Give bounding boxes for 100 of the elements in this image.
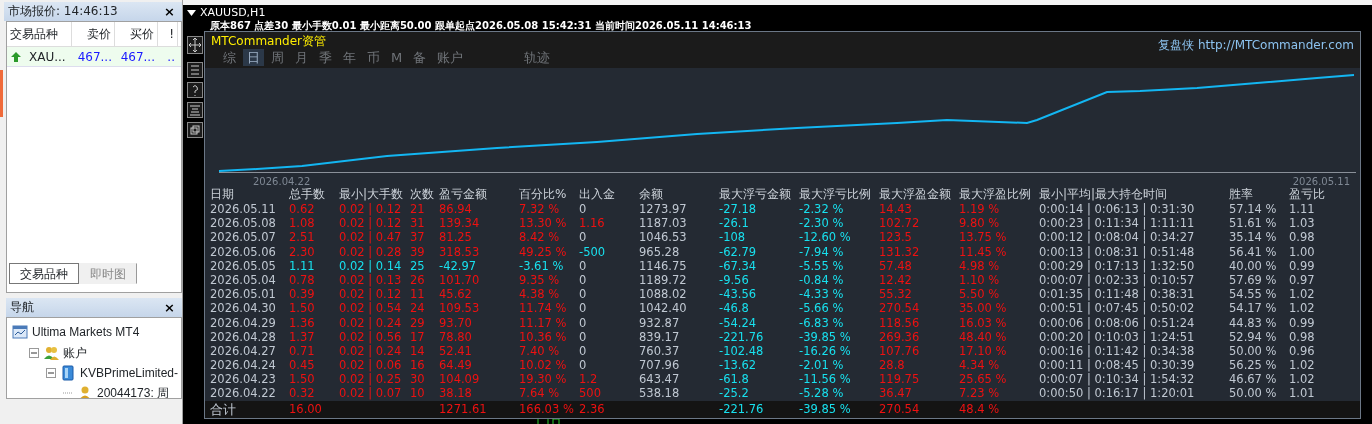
table-cell-text: 10 <box>410 386 426 401</box>
table-cell-text: 2026.05.04 <box>210 272 277 288</box>
table-cell-text: 0.98 <box>1289 230 1316 245</box>
table-cell-text: 1271.61 <box>439 400 488 418</box>
table-cell-text: 0:00:14 | 0:06:13 | 0:31:30 <box>1039 202 1196 217</box>
tree-item[interactable]: 账户 <box>63 344 87 362</box>
panel-tab[interactable]: 日 <box>243 49 264 66</box>
panel-tab[interactable]: 月 <box>291 49 312 66</box>
close-button[interactable]: × <box>161 2 178 21</box>
table-cell-text: 11.45 % <box>959 244 1008 259</box>
terminal-icon <box>12 324 28 340</box>
table-cell-text: 1.02 <box>1289 372 1316 387</box>
list-icon[interactable] <box>187 62 203 78</box>
panel-tab[interactable]: 备 <box>409 49 431 66</box>
table-cell-text: 1.50 <box>289 301 316 316</box>
table-cell-text: 102.72 <box>879 216 921 231</box>
table-cell-text: 57.48 <box>879 258 913 273</box>
column-header: 次数 <box>410 186 435 202</box>
collapse-icon[interactable] <box>46 368 56 378</box>
table-cell-text: 24 <box>410 301 426 316</box>
table-cell-text: 1273.97 <box>639 202 688 217</box>
table-cell-text: 2026.04.22 <box>210 386 277 401</box>
table-cell-text: -67.34 <box>719 258 758 273</box>
server-icon <box>60 365 76 381</box>
tree-item[interactable]: 20044173: 周 <box>97 384 170 398</box>
table-cell-text: 0 <box>579 230 588 245</box>
dropdown-icon[interactable] <box>187 9 196 16</box>
table-cell-text: -25.2 <box>719 386 750 401</box>
move-icon[interactable] <box>187 36 203 54</box>
panel-tab[interactable]: 轨迹 <box>520 49 555 66</box>
table-cell-text: -5.55 % <box>799 258 845 273</box>
copy-icon[interactable] <box>187 122 203 138</box>
panel-tab[interactable]: 周 <box>267 49 288 66</box>
table-cell-text: 1.2 <box>579 372 599 387</box>
table-cell-text: 1.37 <box>289 329 316 344</box>
table-cell-text: -2.32 % <box>799 202 845 217</box>
table-cell-text: -6.83 % <box>799 315 845 330</box>
panel-tab[interactable]: M <box>387 49 407 66</box>
table-cell-text: 2026.05.05 <box>210 258 277 273</box>
table-cell-text: 2.30 <box>289 244 316 259</box>
table-cell-text: 0.45 <box>289 358 316 373</box>
table-cell-text: -3.61 % <box>519 258 565 273</box>
table-cell-text: 2026.05.08 <box>210 216 277 231</box>
table-cell-text: 0 <box>579 287 588 302</box>
panel-tab[interactable]: 综 <box>219 49 240 66</box>
table-cell-text: 11.17 % <box>519 315 568 330</box>
lines-icon[interactable] <box>187 102 203 118</box>
panel-tab[interactable]: 交易品种 <box>9 263 79 284</box>
table-cell-text: 1146.75 <box>639 258 688 273</box>
table-cell-text: 0.02 | 0.12 <box>339 287 403 302</box>
table-cell-text: 7.40 % <box>519 343 561 359</box>
table-cell-text: 0.02 | 0.07 <box>339 386 403 401</box>
table-cell-text: 93.70 <box>439 315 473 330</box>
panel-tab[interactable]: 年 <box>339 49 360 66</box>
panel-tab[interactable]: 季 <box>315 49 336 66</box>
table-cell-text: 14 <box>410 343 426 359</box>
table-cell-text: 54.55 % <box>1229 287 1278 302</box>
table-cell-text: 0.02 | 0.12 <box>339 202 403 217</box>
table-cell-text: 0.99 <box>1289 258 1316 273</box>
panel-tab[interactable]: 账户 <box>433 49 468 66</box>
table-cell-text: 16.03 % <box>959 315 1008 330</box>
table-cell-text: 35.00 % <box>959 301 1008 316</box>
table-cell-text: 0:00:11 | 0:08:45 | 0:30:39 <box>1039 358 1196 373</box>
axis-label: 2026.04.22 <box>253 175 311 188</box>
table-cell-text: 2026.04.29 <box>210 315 277 330</box>
panel-tab[interactable]: 币 <box>363 49 384 66</box>
table-cell-text: 1.11 <box>289 258 316 273</box>
table-cell-text: 707.96 <box>639 358 681 373</box>
table-cell-text: -0.84 % <box>799 272 845 288</box>
collapse-icon[interactable] <box>29 348 39 358</box>
table-cell-text: 0:00:51 | 0:07:45 | 0:50:02 <box>1039 301 1196 316</box>
close-button[interactable]: × <box>161 298 178 317</box>
table-cell-text: -2.30 % <box>799 216 845 231</box>
quote-row[interactable]: XAU... 467... 467... .. <box>7 47 181 67</box>
table-cell-text: 0 <box>579 329 588 344</box>
table-cell-text: 86.94 <box>439 202 473 217</box>
table-cell-text: 0 <box>579 272 588 288</box>
table-cell-text: 10.36 % <box>519 329 568 344</box>
column-header: 出入金 <box>579 186 616 202</box>
table-cell-text: 19.30 % <box>519 372 568 387</box>
table-cell-text: 9.35 % <box>519 272 561 288</box>
column-header: 百分比% <box>519 186 568 202</box>
help-icon[interactable] <box>187 82 203 98</box>
spread-text: .. <box>166 49 176 66</box>
table-cell-text: 0:00:23 | 0:11:34 | 1:11:11 <box>1039 216 1196 231</box>
table-cell-text: 2.51 <box>289 230 316 245</box>
site-link[interactable]: http://MTCommander.com <box>1197 36 1354 54</box>
table-cell-text: 35.14 % <box>1229 230 1278 245</box>
column-header: 最小|平均|最大持仓时间 <box>1039 186 1169 202</box>
table-cell-text: -11.56 % <box>799 372 852 387</box>
table-cell-text: 1.00 <box>1289 244 1316 259</box>
site-label: 复盘侠 <box>1157 37 1194 54</box>
tree-item[interactable]: KVBPrimeLimited- <box>80 364 179 382</box>
table-cell-text: 2.36 <box>579 400 606 418</box>
tree-item[interactable]: Ultima Markets MT4 <box>32 323 140 341</box>
column-header: 日期 <box>210 186 235 202</box>
table-cell-text: 52.41 <box>439 343 473 359</box>
table-cell-text: 56.41 % <box>1229 244 1278 259</box>
table-cell-text: 538.18 <box>639 386 681 401</box>
status-text: 原本867 点差30 最小手数0.01 最小距离50.00 跟单起点2026.05.08 15:42:31 当前时间2026.05.11 14:46:13 <box>209 20 753 31</box>
